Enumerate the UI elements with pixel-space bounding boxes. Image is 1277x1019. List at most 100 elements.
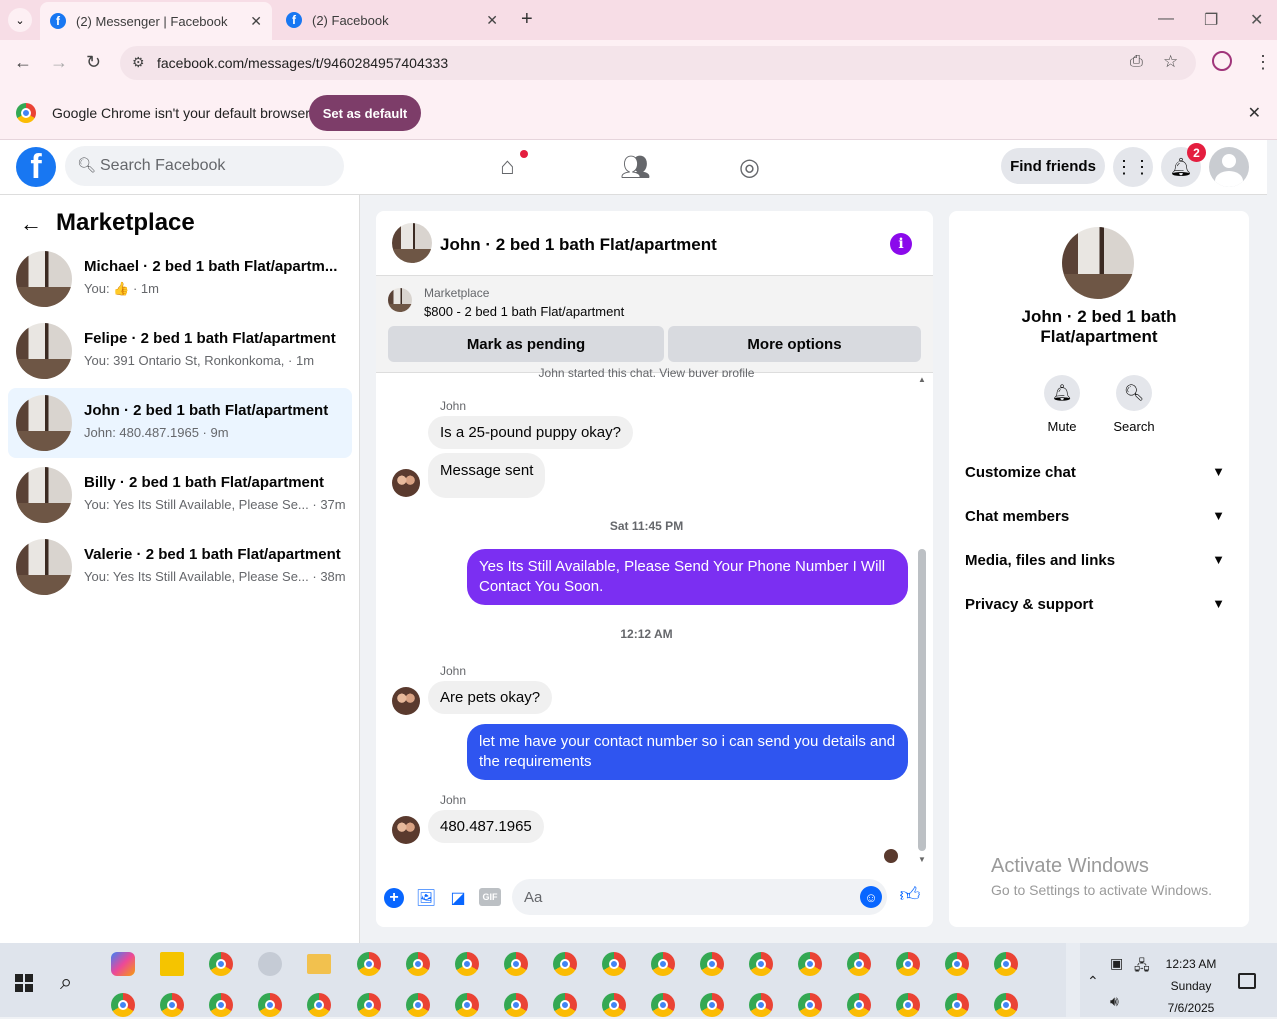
scrollbar-thumb[interactable] xyxy=(918,549,926,851)
install-app-icon[interactable]: ⎙ xyxy=(1130,53,1143,71)
chrome-profile-icon[interactable] xyxy=(553,993,577,1017)
conversation-item[interactable]: Valerie · 2 bed 1 bath Flat/apartment Yo… xyxy=(8,532,352,602)
forward-icon[interactable]: → xyxy=(50,52,68,73)
tab-facebook[interactable]: f (2) Facebook ✕ xyxy=(276,0,508,40)
chat-title[interactable]: John · 2 bed 1 bath Flat/apartment xyxy=(440,235,717,255)
tray-overflow-chevron-icon[interactable]: ⌃ xyxy=(1087,973,1099,990)
tab-messenger[interactable]: f (2) Messenger | Facebook ✕ xyxy=(40,2,272,40)
find-friends-button[interactable]: Find friends xyxy=(1001,148,1105,184)
chrome-profile-icon[interactable] xyxy=(798,952,822,976)
info-icon[interactable]: i xyxy=(890,233,912,255)
chrome-profile-icon[interactable] xyxy=(455,952,479,976)
add-attachment-icon[interactable]: + xyxy=(384,888,404,908)
site-info-icon[interactable]: ⚙ xyxy=(132,54,145,71)
chrome-profile-icon[interactable] xyxy=(602,993,626,1017)
chat-listing-thumbnail[interactable] xyxy=(392,223,432,263)
sticker-icon[interactable]: ◪ xyxy=(448,888,468,908)
chrome-profile-icon[interactable] xyxy=(209,993,233,1017)
chrome-profile-icon[interactable] xyxy=(651,993,675,1017)
back-arrow-icon[interactable]: ← xyxy=(20,211,42,237)
menu-grid-icon[interactable]: ⋮⋮ xyxy=(1113,147,1153,187)
copilot-icon[interactable] xyxy=(111,952,135,976)
volume-icon[interactable]: 🔊︎ xyxy=(1110,993,1119,1010)
sender-avatar[interactable] xyxy=(392,469,420,497)
chrome-profile-icon[interactable] xyxy=(504,993,528,1017)
search-chat-button[interactable]: 🔍︎ Search xyxy=(1104,375,1164,434)
chrome-profile-icon[interactable] xyxy=(504,952,528,976)
chrome-profile-icon[interactable] xyxy=(896,952,920,976)
back-icon[interactable]: ← xyxy=(14,52,32,73)
conversation-item[interactable]: Michael · 2 bed 1 bath Flat/apartm... Yo… xyxy=(8,244,352,314)
chrome-profile-icon[interactable] xyxy=(111,993,135,1017)
chrome-icon[interactable] xyxy=(209,952,233,976)
message-input[interactable]: Aa xyxy=(512,879,887,915)
close-tab-icon[interactable]: ✕ xyxy=(486,12,498,29)
mark-pending-button[interactable]: Mark as pending xyxy=(388,326,664,362)
chrome-profile-icon[interactable] xyxy=(406,993,430,1017)
chrome-profile-icon[interactable] xyxy=(455,993,479,1017)
incoming-message[interactable]: Is a 25-pound puppy okay? xyxy=(428,416,633,449)
scroll-down-arrow-icon[interactable]: ▼ xyxy=(918,855,926,864)
chrome-profile-icon[interactable] xyxy=(357,993,381,1017)
reload-icon[interactable]: ↻ xyxy=(86,52,101,73)
chrome-profile-icon[interactable] xyxy=(896,993,920,1017)
paint-icon[interactable] xyxy=(258,952,282,976)
file-explorer-icon[interactable] xyxy=(307,954,331,974)
set-default-button[interactable]: Set as default xyxy=(309,95,421,131)
sender-avatar[interactable] xyxy=(392,687,420,715)
sender-avatar[interactable] xyxy=(392,816,420,844)
home-icon[interactable]: ⌂ xyxy=(500,153,515,181)
tray-device-icon[interactable]: ▣ xyxy=(1110,955,1123,972)
conversation-item[interactable]: Billy · 2 bed 1 bath Flat/apartment You:… xyxy=(8,460,352,530)
chrome-profile-icon[interactable] xyxy=(258,993,282,1017)
chrome-profile-icon[interactable] xyxy=(749,952,773,976)
listing-large-thumbnail[interactable] xyxy=(1062,227,1134,299)
restore-icon[interactable]: ❐ xyxy=(1204,10,1218,30)
infobar-close-icon[interactable]: ✕ xyxy=(1248,103,1261,123)
chat-scrollbar[interactable]: ▲ ▼ xyxy=(918,375,926,864)
friends-icon[interactable]: 👥︎ xyxy=(620,153,650,182)
minimize-icon[interactable]: — xyxy=(1158,10,1174,28)
bookmark-star-icon[interactable]: ☆ xyxy=(1163,52,1178,72)
chrome-profile-icon[interactable] xyxy=(945,993,969,1017)
network-icon[interactable]: 🖧 xyxy=(1134,955,1150,979)
close-tab-icon[interactable]: ✕ xyxy=(250,13,262,30)
chat-members-section[interactable]: Chat members ▼ xyxy=(965,508,1233,532)
incoming-message[interactable]: 480.487.1965 xyxy=(428,810,544,843)
outgoing-message[interactable]: let me have your contact number so i can… xyxy=(467,724,908,780)
chrome-profile-icon[interactable] xyxy=(553,952,577,976)
outgoing-message[interactable]: Yes Its Still Available, Please Send You… xyxy=(467,549,908,605)
page-scrollbar[interactable] xyxy=(1267,140,1277,943)
chrome-profile-icon[interactable] xyxy=(994,952,1018,976)
conversation-item[interactable]: Felipe · 2 bed 1 bath Flat/apartment You… xyxy=(8,316,352,386)
groups-icon[interactable]: ◎ xyxy=(739,153,760,182)
customize-chat-section[interactable]: Customize chat ▼ xyxy=(965,464,1233,488)
tab-search-button[interactable]: ⌄ xyxy=(8,8,32,32)
taskbar-clock[interactable]: 12:23 AM Sunday 7/6/2025 xyxy=(1160,953,1222,1019)
window-close-icon[interactable]: ✕ xyxy=(1250,10,1263,30)
omnibox[interactable]: ⚙ facebook.com/messages/t/94602849574043… xyxy=(120,46,1196,80)
privacy-support-section[interactable]: Privacy & support ▼ xyxy=(965,596,1233,620)
menu-kebab-icon[interactable]: ⋮ xyxy=(1254,52,1272,73)
chrome-profile-icon[interactable] xyxy=(357,952,381,976)
listing-price[interactable]: $800 - 2 bed 1 bath Flat/apartment xyxy=(424,304,624,319)
incoming-message[interactable]: Are pets okay? xyxy=(428,681,553,714)
chrome-profile-icon[interactable] xyxy=(749,993,773,1017)
chrome-profile-icon[interactable] xyxy=(307,993,331,1017)
notification-center-icon[interactable] xyxy=(1238,973,1256,989)
chrome-profile-icon[interactable] xyxy=(406,952,430,976)
windows-start-icon[interactable] xyxy=(15,974,33,992)
incoming-message[interactable]: Message sent xyxy=(428,453,546,498)
emoji-icon[interactable]: ☺ xyxy=(860,886,882,908)
media-files-links-section[interactable]: Media, files and links ▼ xyxy=(965,552,1233,576)
chrome-profile-icon[interactable] xyxy=(798,993,822,1017)
gif-icon[interactable]: GIF xyxy=(479,888,501,906)
thumbs-up-icon[interactable]: 👍︎ xyxy=(900,884,921,906)
sticky-notes-icon[interactable] xyxy=(160,952,184,976)
chrome-profile-icon[interactable] xyxy=(847,952,871,976)
chrome-profile-icon[interactable] xyxy=(847,993,871,1017)
photo-icon[interactable]: 🖼︎ xyxy=(416,888,436,908)
facebook-logo-icon[interactable]: f xyxy=(16,147,56,187)
more-options-button[interactable]: More options xyxy=(668,326,921,362)
taskbar-search-icon[interactable]: ⌕ xyxy=(60,969,72,995)
